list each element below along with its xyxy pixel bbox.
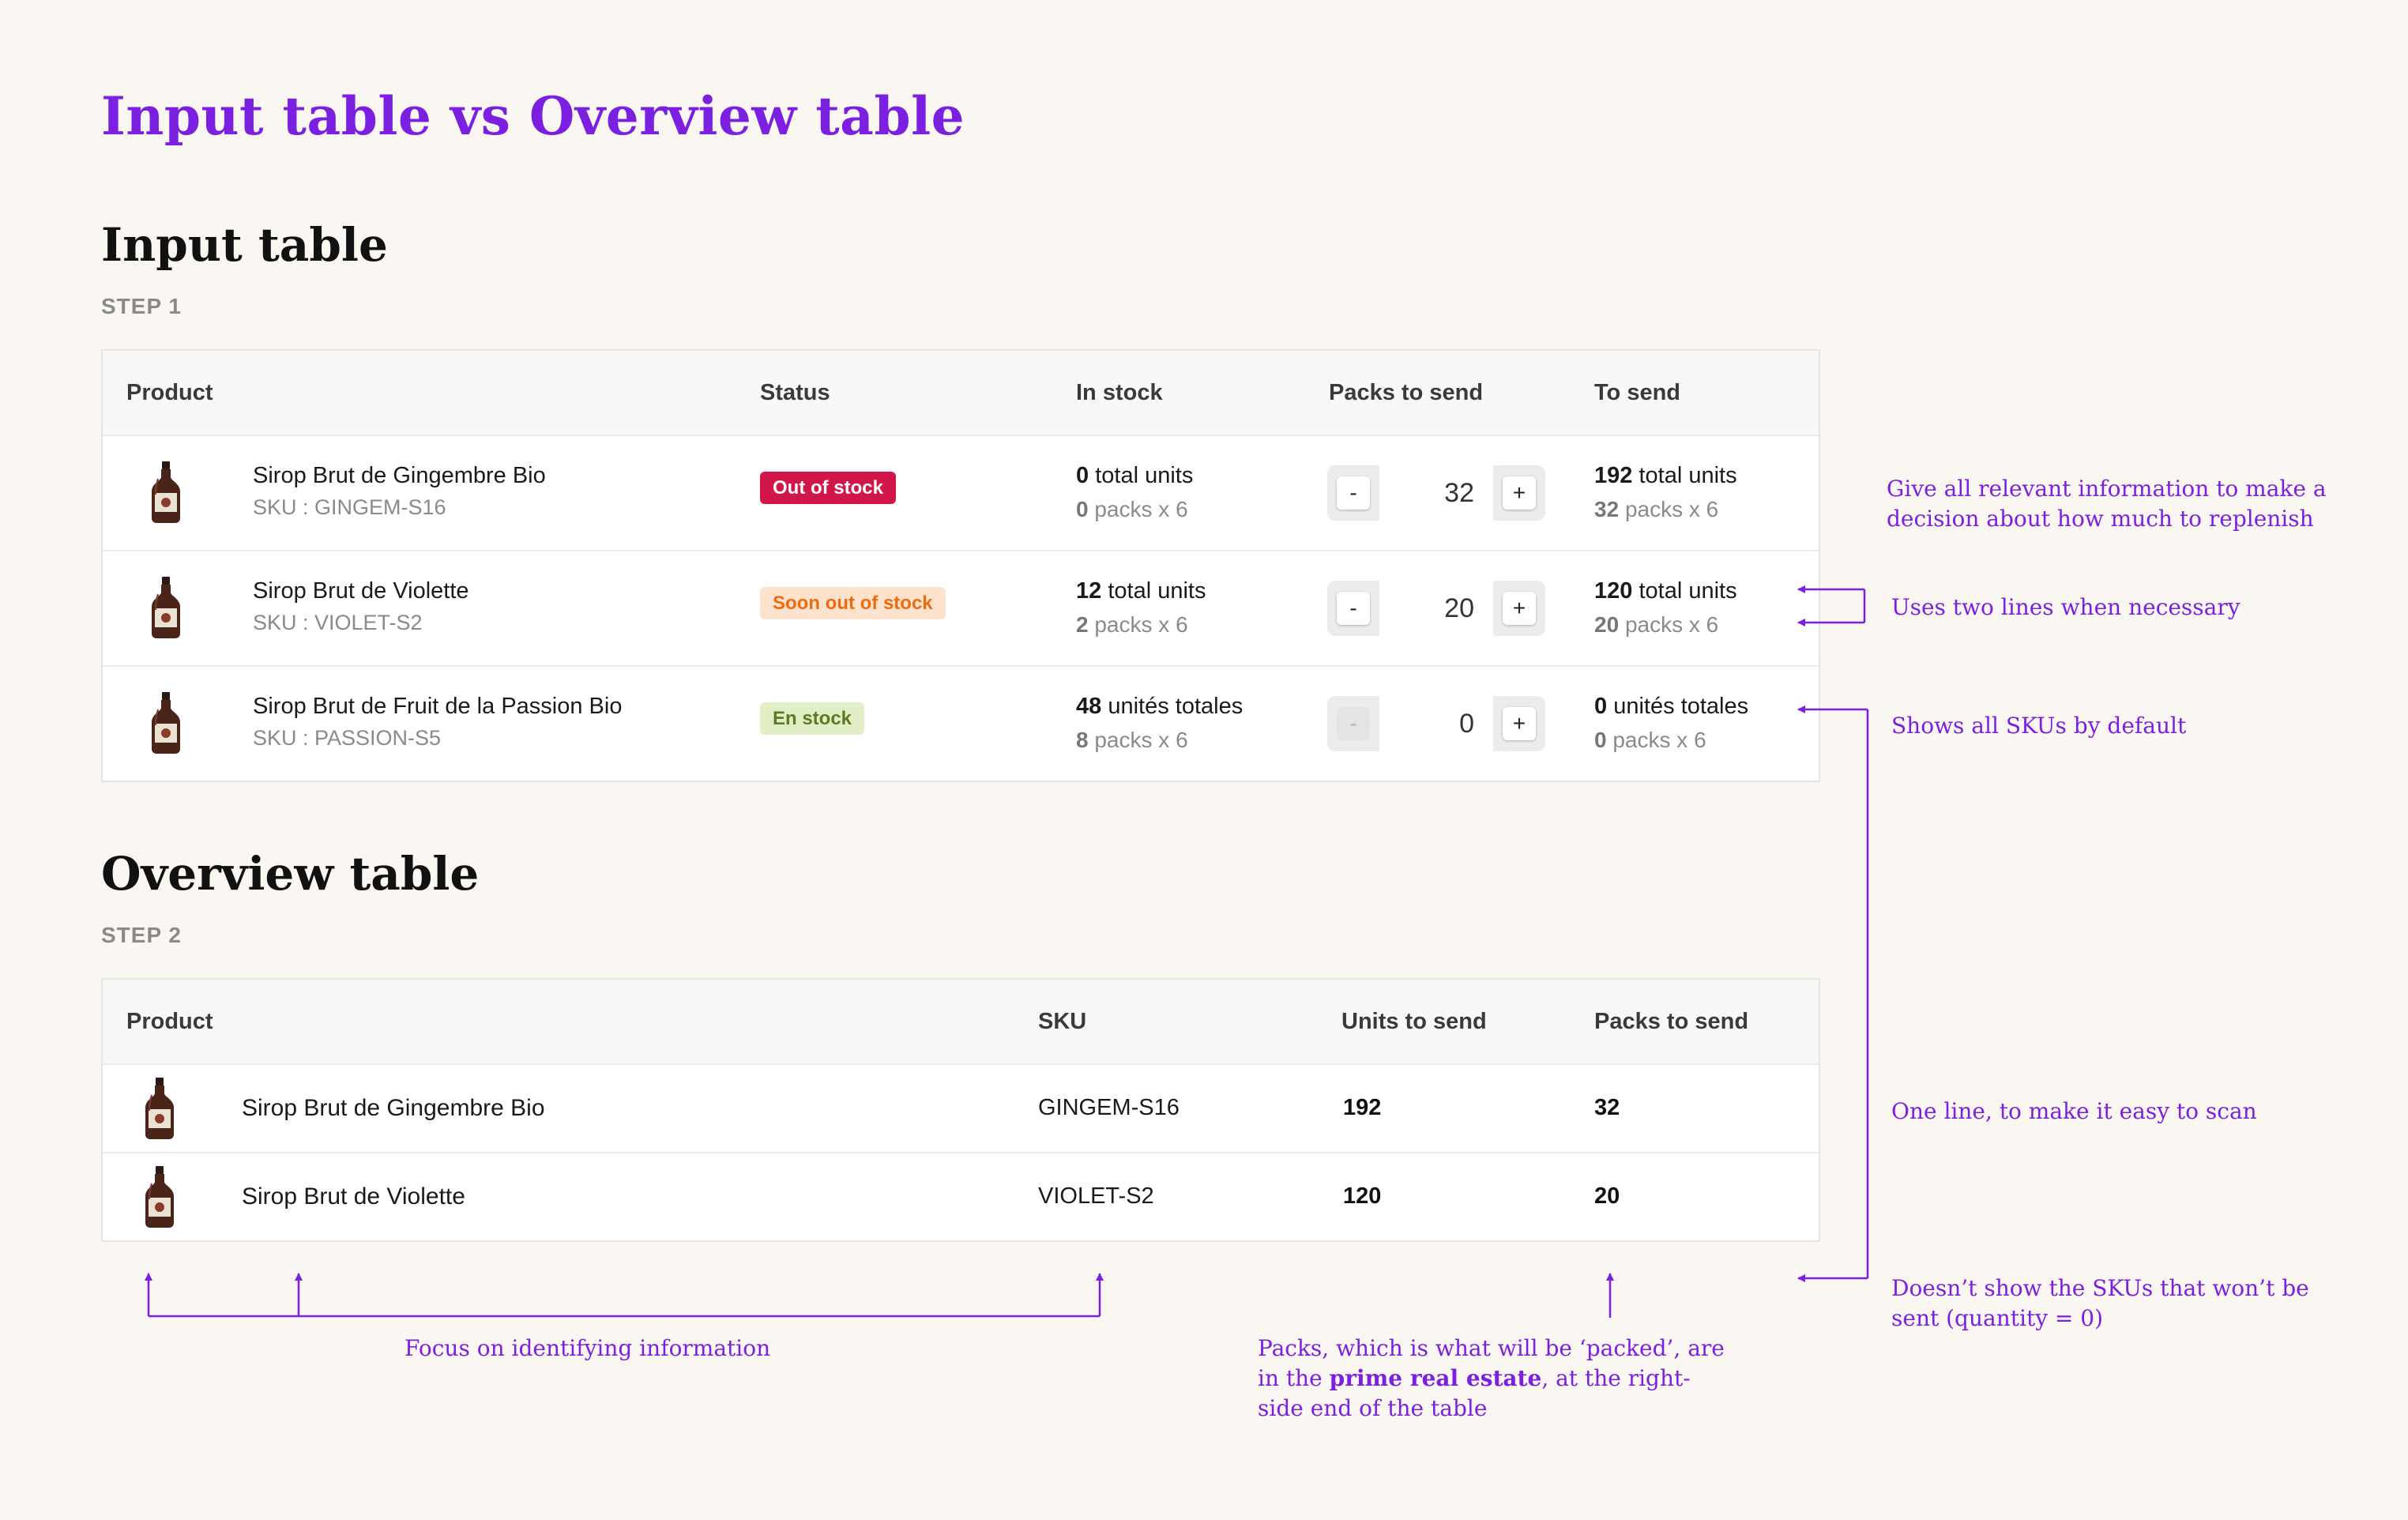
- note-all-skus: Shows all SKUs by default: [1891, 713, 2187, 739]
- note-relevant-info: Give all relevant information to make a …: [1887, 476, 2327, 532]
- note-packs-prime: Packs, which is what will be ‘packed’, a…: [1258, 1335, 1725, 1421]
- note-two-lines: Uses two lines when necessary: [1891, 594, 2241, 620]
- note-one-line: One line, to make it easy to scan: [1891, 1098, 2257, 1124]
- note-identifying-info: Focus on identifying information: [404, 1335, 771, 1361]
- note-no-zero-skus: Doesn’t show the SKUs that won’t be sent…: [1891, 1275, 2309, 1331]
